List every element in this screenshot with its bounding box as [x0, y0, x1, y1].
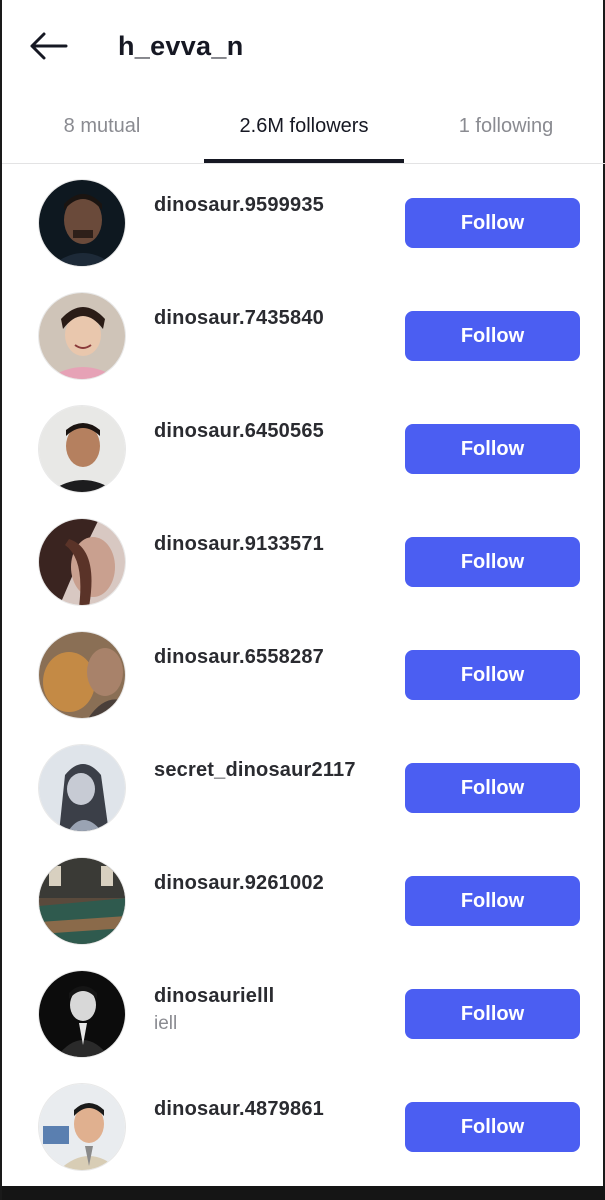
- arrow-left-icon: [30, 32, 68, 60]
- user-info: dinosaur.9133571: [154, 533, 389, 556]
- list-item[interactable]: dinosaur.6558287 Follow: [2, 618, 605, 731]
- username[interactable]: dinosaurielll: [154, 985, 389, 1008]
- user-info: dinosaur.6558287: [154, 646, 389, 669]
- follow-button[interactable]: Follow: [405, 989, 580, 1039]
- follow-button[interactable]: Follow: [405, 537, 580, 587]
- follow-button[interactable]: Follow: [405, 876, 580, 926]
- header: h_evva_n: [2, 0, 605, 92]
- avatar[interactable]: [38, 179, 126, 267]
- active-tab-indicator: [204, 159, 404, 163]
- username[interactable]: dinosaur.6558287: [154, 646, 389, 669]
- list-item[interactable]: dinosaur.9261002 Follow: [2, 844, 605, 957]
- avatar[interactable]: [38, 631, 126, 719]
- username[interactable]: dinosaur.6450565: [154, 420, 389, 443]
- follow-button[interactable]: Follow: [405, 198, 580, 248]
- avatar[interactable]: [38, 857, 126, 945]
- tab-mutual[interactable]: 8 mutual: [2, 92, 202, 164]
- avatar[interactable]: [38, 405, 126, 493]
- user-info: dinosaur.9599935: [154, 194, 389, 217]
- back-button[interactable]: [24, 26, 72, 66]
- nickname: iell: [154, 1013, 178, 1034]
- list-item[interactable]: dinosaur.4879861 Follow: [2, 1070, 605, 1183]
- app-screen: h_evva_n 8 mutual 2.6M followers 1 follo…: [0, 0, 605, 1200]
- username[interactable]: secret_dinosaur2117: [154, 759, 389, 782]
- list-item[interactable]: dinosaur.9599935 Follow: [2, 166, 605, 279]
- follow-button[interactable]: Follow: [405, 650, 580, 700]
- username[interactable]: dinosaur.4879861: [154, 1098, 389, 1121]
- follow-button[interactable]: Follow: [405, 1102, 580, 1152]
- avatar[interactable]: [38, 744, 126, 832]
- user-info: dinosaur.4879861: [154, 1098, 389, 1121]
- list-item[interactable]: secret_dinosaur2117 Follow: [2, 731, 605, 844]
- list-item[interactable]: dinosaur.9133571 Follow: [2, 505, 605, 618]
- system-nav-bar: [2, 1186, 605, 1200]
- username[interactable]: dinosaur.9133571: [154, 533, 389, 556]
- tab-followers[interactable]: 2.6M followers: [204, 92, 404, 164]
- avatar[interactable]: [38, 970, 126, 1058]
- username[interactable]: dinosaur.9599935: [154, 194, 389, 217]
- page-title: h_evva_n: [118, 31, 244, 61]
- avatar[interactable]: [38, 518, 126, 606]
- user-info: dinosaur.7435840: [154, 307, 389, 330]
- follow-button[interactable]: Follow: [405, 424, 580, 474]
- user-info: dinosaur.6450565: [154, 420, 389, 443]
- user-info: dinosaurielll iell: [154, 985, 389, 1035]
- user-info: secret_dinosaur2117: [154, 759, 389, 782]
- user-info: dinosaur.9261002: [154, 872, 389, 895]
- follow-button[interactable]: Follow: [405, 763, 580, 813]
- avatar[interactable]: [38, 1083, 126, 1171]
- follow-button[interactable]: Follow: [405, 311, 580, 361]
- avatar[interactable]: [38, 292, 126, 380]
- username[interactable]: dinosaur.7435840: [154, 307, 389, 330]
- list-item[interactable]: dinosaurielll iell Follow: [2, 957, 605, 1070]
- username[interactable]: dinosaur.9261002: [154, 872, 389, 895]
- list-item[interactable]: dinosaur.6450565 Follow: [2, 392, 605, 505]
- tab-following[interactable]: 1 following: [406, 92, 605, 164]
- list-item[interactable]: dinosaur.7435840 Follow: [2, 279, 605, 392]
- tab-bar: 8 mutual 2.6M followers 1 following: [2, 92, 605, 164]
